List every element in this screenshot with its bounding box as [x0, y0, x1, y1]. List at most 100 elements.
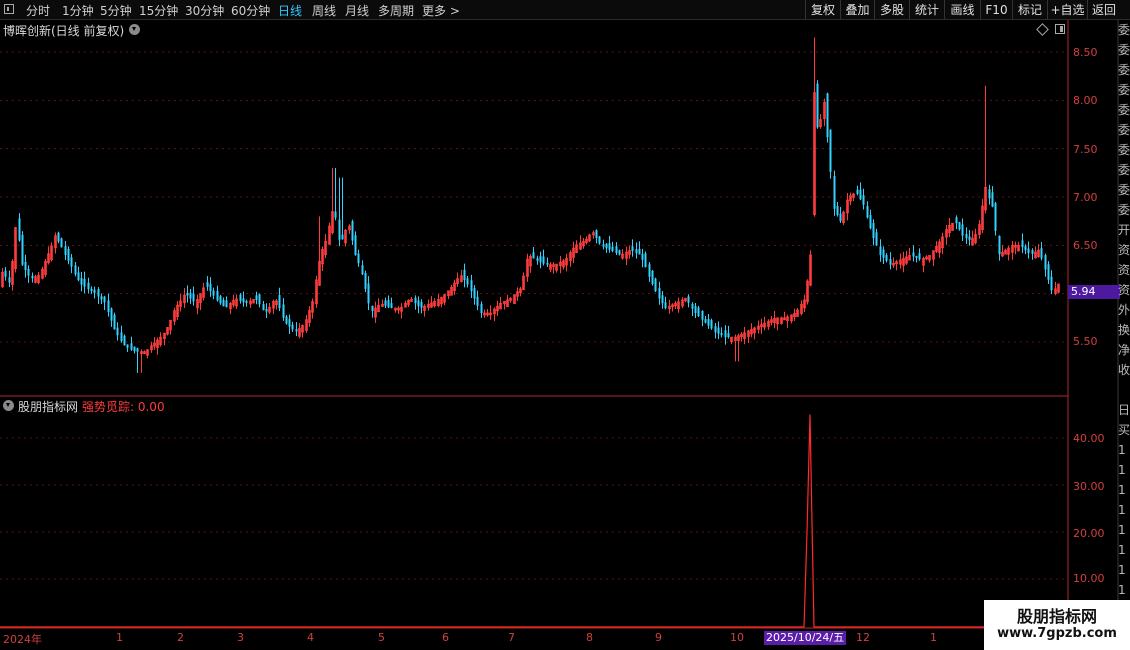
candle-body — [74, 265, 77, 275]
candle-body — [542, 256, 545, 264]
price-tick: 8.00 — [1073, 94, 1098, 107]
chevron-down-icon[interactable] — [3, 400, 14, 411]
strip-glyph: 净 — [1118, 343, 1130, 357]
candle-body — [707, 319, 710, 326]
date-tick: 3 — [237, 631, 244, 644]
candle-body — [641, 253, 644, 260]
candle-body — [70, 257, 73, 267]
strip-glyph: 1 — [1118, 443, 1126, 457]
price-tick: 8.50 — [1073, 46, 1098, 59]
candle-body — [24, 261, 27, 271]
strip-glyph: 委 — [1118, 183, 1130, 197]
candle-body — [836, 206, 839, 215]
date-tick: 2 — [177, 631, 184, 644]
date-tick: 5 — [378, 631, 385, 644]
strip-glyph: 1 — [1118, 563, 1126, 577]
candle-body — [661, 295, 664, 304]
candle-body — [889, 259, 892, 265]
candle-body — [1047, 264, 1050, 280]
candle-body — [648, 264, 651, 277]
candle-body — [875, 232, 878, 246]
candle-body — [631, 246, 634, 252]
stock-title: 博晖创新(日线 前复权) — [3, 24, 125, 38]
candle-body — [1044, 255, 1047, 270]
candle-body — [658, 288, 661, 299]
candle-body — [100, 296, 103, 300]
watermark: 股朋指标网 www.7gpzb.com — [984, 600, 1130, 650]
candle-body — [206, 282, 209, 287]
date-tick: 7 — [508, 631, 515, 644]
candle-body — [285, 316, 288, 324]
indicator-line — [0, 414, 1068, 628]
indicator-tick: 30.00 — [1073, 480, 1105, 493]
chevron-down-icon[interactable] — [129, 24, 140, 35]
candle-body — [473, 288, 476, 299]
candle-body — [8, 277, 11, 283]
strip-glyph: 1 — [1118, 583, 1126, 597]
strip-glyph: 委 — [1118, 143, 1130, 157]
candle-body — [387, 300, 390, 308]
candle-body — [697, 307, 700, 316]
candle-body — [1031, 250, 1034, 254]
candle-body — [87, 282, 90, 290]
candle-body — [357, 253, 360, 264]
candle-body — [120, 332, 123, 342]
candle-body — [717, 327, 720, 334]
candle-body — [258, 294, 261, 305]
chart-canvas[interactable] — [0, 0, 1130, 650]
strip-glyph: 委 — [1118, 123, 1130, 137]
candle-body — [113, 314, 116, 330]
candle-body — [245, 300, 248, 303]
strip-glyph: 委 — [1118, 23, 1130, 37]
price-tick: 6.50 — [1073, 239, 1098, 252]
panel-toggle-icon[interactable] — [1055, 24, 1065, 34]
date-tick: 9 — [655, 631, 662, 644]
candle-body — [915, 255, 918, 258]
date-tick: 10 — [730, 631, 744, 644]
candle-body — [123, 335, 126, 346]
candle-body — [133, 346, 136, 352]
candle-body — [644, 253, 647, 268]
candle-body — [1040, 248, 1043, 259]
candle-body — [265, 308, 268, 312]
candle-body — [107, 300, 110, 313]
candle-body — [991, 192, 994, 207]
candle-body — [1024, 246, 1027, 251]
candle-body — [816, 83, 819, 128]
candle-body — [879, 246, 882, 255]
candle-body — [67, 248, 70, 261]
candle-body — [638, 248, 641, 255]
indicator-label: 强势觅踪: 0.00 — [82, 400, 165, 414]
indicator-tick: 10.00 — [1073, 572, 1105, 585]
candle-body — [351, 221, 354, 241]
strip-glyph: 委 — [1118, 203, 1130, 217]
candle-body — [186, 292, 189, 296]
price-tick: 7.00 — [1073, 191, 1098, 204]
strip-glyph: 外 — [1118, 303, 1130, 317]
candle-body — [364, 272, 367, 289]
candle-body — [704, 319, 707, 323]
candle-body — [354, 235, 357, 255]
indicator-series — [0, 414, 1068, 628]
candle-body — [103, 296, 106, 303]
candle-body — [130, 343, 133, 350]
candle-body — [390, 303, 393, 309]
candle-body — [338, 219, 341, 240]
candle-body — [255, 295, 258, 300]
strip-glyph: 委 — [1118, 63, 1130, 77]
candle-body — [598, 236, 601, 244]
strip-glyph: 委 — [1118, 103, 1130, 117]
date-tick: 8 — [586, 631, 593, 644]
strip-glyph: 买 — [1118, 423, 1130, 437]
candle-body — [384, 300, 387, 306]
strip-glyph: 1 — [1118, 463, 1126, 477]
candle-body — [90, 288, 93, 292]
date-tick: 1 — [116, 631, 123, 644]
candle-body — [694, 306, 697, 313]
strip-glyph: 1 — [1118, 543, 1126, 557]
candle-body — [262, 304, 265, 311]
candle-body — [1021, 240, 1024, 248]
price-tick: 7.50 — [1073, 143, 1098, 156]
candle-body — [654, 278, 657, 292]
cursor-date: 2025/10/24/五 — [764, 631, 847, 645]
